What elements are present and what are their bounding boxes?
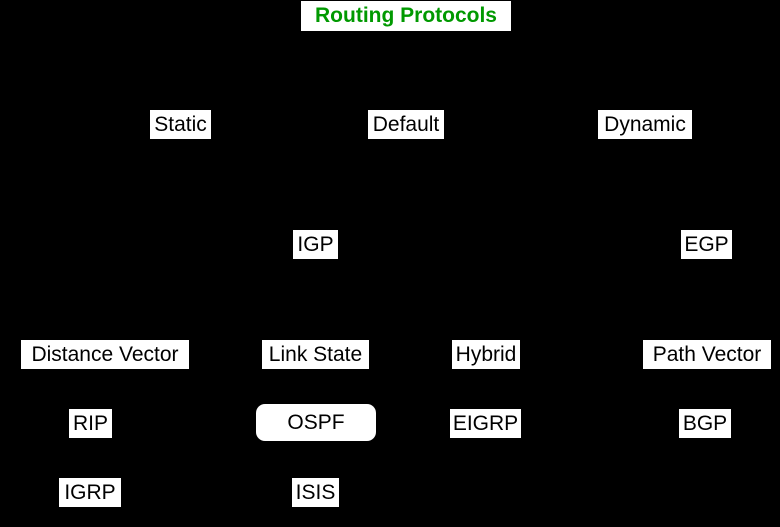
node-eigrp[interactable]: EIGRP <box>450 409 521 438</box>
node-dynamic[interactable]: Dynamic <box>598 110 692 139</box>
node-rip[interactable]: RIP <box>69 409 112 438</box>
node-igrp[interactable]: IGRP <box>59 478 121 507</box>
node-link-state[interactable]: Link State <box>262 340 369 369</box>
node-distance-vector[interactable]: Distance Vector <box>21 340 189 369</box>
node-igp[interactable]: IGP <box>293 230 338 259</box>
diagram-canvas: Routing Protocols Static Default Dynamic… <box>0 0 780 527</box>
node-static[interactable]: Static <box>150 110 211 139</box>
node-default[interactable]: Default <box>368 110 444 139</box>
node-egp[interactable]: EGP <box>681 230 732 259</box>
node-path-vector[interactable]: Path Vector <box>643 340 771 369</box>
diagram-title: Routing Protocols <box>301 1 511 31</box>
node-bgp[interactable]: BGP <box>679 409 731 438</box>
node-ospf[interactable]: OSPF <box>256 404 376 441</box>
node-isis[interactable]: ISIS <box>292 478 339 507</box>
node-hybrid[interactable]: Hybrid <box>452 340 520 369</box>
